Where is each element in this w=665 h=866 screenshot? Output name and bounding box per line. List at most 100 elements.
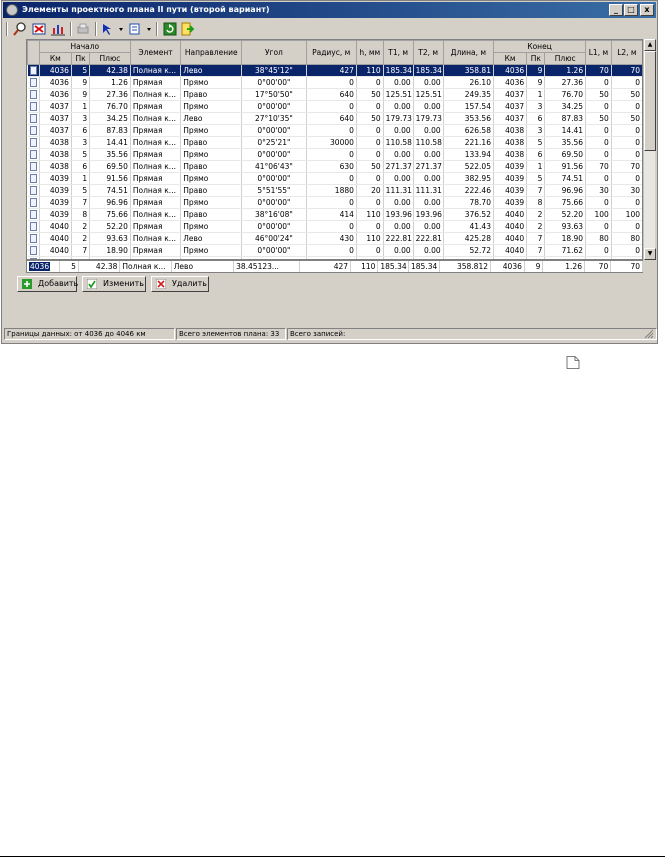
cell-plus[interactable]: 93.63 [89, 232, 131, 245]
column-header-radius[interactable]: Радиус, м [305, 40, 357, 65]
cell-length[interactable]: 249.35 [443, 88, 494, 101]
column-header-t2[interactable]: T2, м [412, 40, 444, 65]
cell-end-plus[interactable]: 96.96 [544, 184, 587, 197]
cell-pk[interactable]: 8 [71, 208, 91, 221]
cell-t2[interactable]: 125.51 [413, 88, 444, 101]
cell-l1[interactable]: 100 [585, 208, 612, 221]
table-row[interactable]: 4040 2 93.63 Полная к... Лево 46°00'24" 430 110… [27, 232, 642, 245]
table-row[interactable]: 4040 7 18.90 Прямая Прямо 0°00'00" 0 0 0.00 0.00 5… [27, 244, 642, 257]
scroll-down-icon[interactable]: ▼ [644, 248, 656, 260]
cell-l1[interactable]: 70 [585, 64, 612, 77]
cell-plus[interactable]: 34.25 [89, 112, 131, 125]
cell-end-km[interactable]: 4037 [493, 100, 528, 113]
cell-direction[interactable]: Прямо [180, 196, 243, 209]
column-header-element[interactable]: Элемент [129, 40, 182, 65]
cell-km[interactable]: 4036 [39, 76, 72, 89]
cell-end-km[interactable]: 4040 [493, 244, 528, 257]
table-row[interactable]: 4038 3 14.41 Полная к... Право 0°25'21" 30000 0… [27, 136, 642, 149]
refresh-icon[interactable] [162, 21, 178, 37]
edit-plus-input[interactable]: 42.38 [78, 261, 121, 272]
cell-km[interactable]: 4039 [39, 172, 72, 185]
title-bar[interactable]: Элементы проектного плана II пути (второ… [3, 2, 656, 18]
cell-h[interactable]: 0 [356, 220, 384, 233]
row-document-cell[interactable] [27, 196, 40, 209]
edit-l2-input[interactable]: 70 [610, 261, 643, 272]
edit-km-input[interactable]: 4036 [29, 261, 51, 271]
cell-end-plus[interactable]: 1.26 [544, 64, 587, 77]
cell-end-plus[interactable]: 14.41 [544, 124, 587, 137]
cell-element[interactable]: Полная к... [130, 208, 182, 221]
cell-t1[interactable]: 0.00 [383, 244, 414, 257]
cell-t2[interactable]: 0.00 [413, 196, 444, 209]
cell-element[interactable]: Полная к... [130, 112, 182, 125]
cell-end-pk[interactable]: 9 [526, 64, 546, 77]
cell-element[interactable]: Полная к... [130, 136, 182, 149]
cell-km[interactable]: 4036 [39, 64, 72, 77]
cell-plus[interactable]: 75.66 [89, 208, 131, 221]
cell-l2[interactable]: 0 [611, 100, 642, 113]
cell-t2[interactable]: 185.34 [413, 64, 444, 77]
edit-h-input[interactable]: 110 [350, 261, 379, 272]
cell-end-km[interactable]: 4040 [493, 208, 528, 221]
cell-length[interactable]: 222.46 [443, 184, 494, 197]
cell-h[interactable]: 0 [356, 148, 384, 161]
cell-l1[interactable]: 0 [585, 196, 612, 209]
cell-length[interactable]: 221.16 [443, 136, 494, 149]
edit-angle-input[interactable]: 38.45123... [233, 261, 300, 272]
chart-icon[interactable] [50, 21, 66, 37]
cell-end-km[interactable]: 4036 [493, 64, 528, 77]
cell-h[interactable]: 50 [356, 112, 384, 125]
cell-h[interactable]: 0 [356, 244, 384, 257]
cell-t1[interactable]: 271.37 [383, 160, 414, 173]
export-icon[interactable] [180, 21, 196, 37]
cell-angle[interactable]: 0°25'21" [241, 136, 307, 149]
cell-pk[interactable]: 1 [71, 172, 91, 185]
find-icon[interactable] [12, 21, 28, 37]
edit-l1-input[interactable]: 70 [584, 261, 612, 272]
cell-direction[interactable]: Право [180, 136, 243, 149]
cell-end-km[interactable]: 4038 [493, 148, 528, 161]
cell-end-km[interactable]: 4036 [493, 76, 528, 89]
cell-l1[interactable]: 0 [585, 76, 612, 89]
cell-direction[interactable]: Лево [180, 232, 243, 245]
table-row[interactable]: 4036 9 27.36 Полная к... Право 17°50'50" 640 50… [27, 88, 642, 101]
column-header-km[interactable]: Км [38, 52, 72, 65]
cell-element[interactable]: Прямая [130, 148, 182, 161]
column-header-l2[interactable]: L2, м [610, 40, 642, 65]
cell-pk[interactable]: 9 [71, 76, 91, 89]
cell-l1[interactable]: 0 [585, 124, 612, 137]
cell-t1[interactable]: 179.73 [383, 112, 414, 125]
cell-angle[interactable]: 41°06'43" [241, 160, 307, 173]
table-row[interactable]: 4036 9 1.26 Прямая Прямо 0°00'00" 0 0 0.00 0.00 26… [27, 76, 642, 89]
cell-pk[interactable]: 5 [71, 184, 91, 197]
cell-length[interactable]: 382.95 [443, 172, 494, 185]
cell-l1[interactable]: 0 [585, 136, 612, 149]
cell-radius[interactable]: 30000 [306, 136, 357, 149]
cell-t2[interactable]: 110.58 [413, 136, 444, 149]
cell-t2[interactable]: 0.00 [413, 76, 444, 89]
cell-pk[interactable]: 7 [71, 196, 91, 209]
cell-t2[interactable]: 271.37 [413, 160, 444, 173]
edit-button[interactable]: Изменить [82, 276, 146, 292]
column-header-length[interactable]: Длина, м [442, 40, 494, 65]
cell-end-pk[interactable]: 6 [526, 112, 546, 125]
cell-end-pk[interactable]: 7 [526, 232, 546, 245]
delete-button[interactable]: Удалить [151, 276, 209, 292]
cell-pk[interactable]: 6 [71, 160, 91, 173]
cell-direction[interactable]: Прямо [180, 244, 243, 257]
cell-plus[interactable]: 74.51 [89, 184, 131, 197]
row-document-cell[interactable] [27, 208, 40, 221]
row-document-cell[interactable] [27, 136, 40, 149]
cell-end-pk[interactable]: 2 [526, 208, 546, 221]
row-document-cell[interactable] [27, 64, 40, 77]
cell-t2[interactable]: 0.00 [413, 124, 444, 137]
row-document-cell[interactable] [27, 148, 40, 161]
cell-element[interactable]: Прямая [130, 76, 182, 89]
cell-km[interactable]: 4037 [39, 112, 72, 125]
row-document-cell[interactable] [27, 112, 40, 125]
cell-l2[interactable]: 0 [611, 244, 642, 257]
cell-element[interactable]: Полная к... [130, 160, 182, 173]
cell-pk[interactable]: 9 [71, 88, 91, 101]
cell-element[interactable]: Прямая [130, 100, 182, 113]
cell-end-plus[interactable]: 52.20 [544, 208, 587, 221]
